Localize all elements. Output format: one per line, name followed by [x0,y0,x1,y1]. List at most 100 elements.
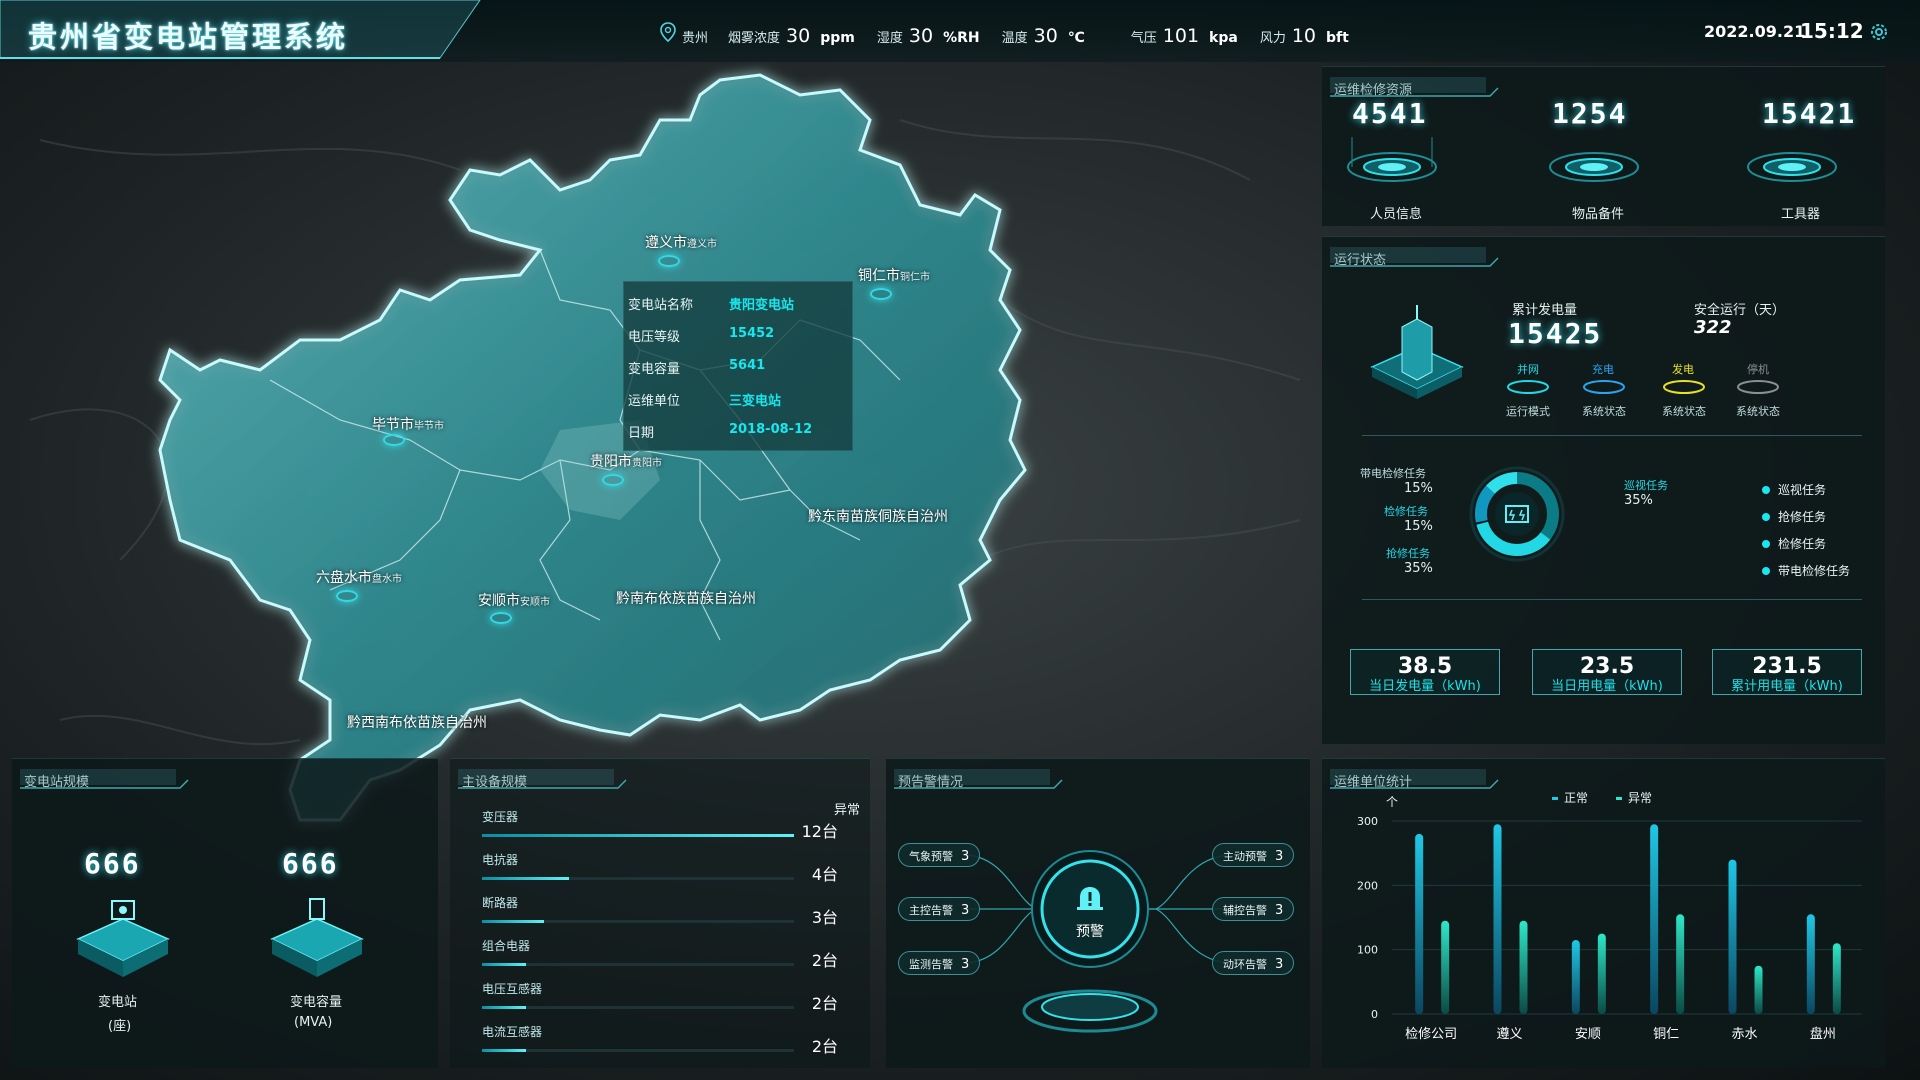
warning-chip[interactable]: 动环告警 3 [1212,951,1295,975]
mode-top-label: 停机 [1747,363,1769,376]
equipment-bar-fill [482,877,570,880]
status-panel: 运行状态 累计发电量 15425 安全运行（天） 322 并网 运行模式 充电 … [1322,236,1885,744]
legend-item: 检修任务 [1762,535,1850,552]
equipment-count: 3台 [811,908,838,927]
equipment-title: 主设备规模 [462,775,528,790]
kpi-total-consumption: 231.5 累计用电量（kWh) [1712,649,1862,695]
tooltip-key: 变电容量 [628,362,681,377]
warning-chip[interactable]: 主控告警 3 [898,897,981,921]
region-qiandongnan[interactable]: 黔东南苗族侗族自治州 [808,506,948,526]
city-pin-tongren[interactable] [870,288,892,300]
resource-label[interactable]: 物品备件 [1572,203,1624,222]
y-tick-label: 0 [1371,1008,1378,1021]
city-tongren-label: 铜仁市 [858,268,900,284]
legend-label: 巡视任务 [1778,483,1827,497]
resource-value: 1254 [1552,97,1628,130]
legend-label: 带电检修任务 [1778,564,1851,578]
equipment-row[interactable]: 电压互感器 2台 [382,980,842,1020]
city-anshun[interactable]: 安顺市安顺市 [478,590,550,610]
legend-item: 巡视任务 [1762,481,1850,498]
pressure-unit: kpa [1209,30,1238,46]
gear-icon[interactable] [1867,20,1891,44]
transformer-icon [270,898,364,977]
tooltip-value: 15452 [729,326,775,341]
equipment-bar-track [482,1049,794,1052]
scale-value: 666 [282,847,339,880]
equipment-row[interactable]: 电抗器 4台 [382,851,842,891]
city-pin-anshun[interactable] [490,612,512,624]
city-anshun-sublabel: 安顺市 [520,597,550,608]
warning-chip-label: 监测告警 [909,958,953,971]
task-left-pct: 15% [1404,519,1433,534]
bar-normal [1806,914,1815,1014]
resource-value: 15421 [1762,97,1857,130]
tooltip-row: 变电容量 5641 [624,352,854,382]
legend-label: 正常 [1564,791,1588,805]
location-label: 贵州 [682,31,709,46]
status-title: 运行状态 [1334,253,1387,268]
mode-top-label: 并网 [1517,363,1539,376]
safe-days-value: 322 [1694,317,1732,338]
x-tick-label: 检修公司 [1405,1027,1457,1042]
equipment-name: 断路器 [482,896,519,910]
wind-value: 10 [1291,25,1317,47]
region-qianxinan[interactable]: 黔西南布依苗族自治州 [347,712,487,732]
legend-swatch [1552,797,1558,800]
scale-unit: (座) [108,1019,132,1034]
equipment-row[interactable]: 组合电器 2台 [382,937,842,977]
city-tongren[interactable]: 铜仁市铜仁市 [858,265,930,285]
equipment-count: 4台 [811,865,838,884]
time-display: 15:12 [1800,19,1864,43]
task-right-pct: 35% [1624,493,1653,508]
city-pin-guiyang[interactable] [602,474,624,486]
resources-panel: 运维检修资源 4541 人员信息 1254 物品备件 15421 工具器 [1322,66,1885,226]
warning-chip[interactable]: 辅控告警 3 [1212,897,1295,921]
city-liupanshui-label: 六盘水市 [316,570,372,586]
legend-dot [1762,540,1770,548]
mode-bottom-label: 系统状态 [1662,405,1706,418]
legend-dot [1762,567,1770,575]
tooltip-row: 日期 2018-08-12 [624,416,854,446]
warning-chip[interactable]: 气象预警 3 [898,843,981,867]
warning-chip[interactable]: 主动预警 3 [1212,843,1295,867]
bar-abnormal [1676,914,1685,1014]
city-zunyi[interactable]: 遵义市遵义市 [645,232,717,252]
legend-label: 抢修任务 [1778,510,1827,524]
equipment-bar-fill [482,963,526,966]
task-right-label: 巡视任务 [1624,479,1668,492]
alarm-icon[interactable] [1074,883,1106,911]
temperature-unit: ℃ [1067,30,1085,46]
equipment-row[interactable]: 断路器 3台 [382,894,842,934]
city-liupanshui[interactable]: 六盘水市盘水市 [316,567,402,587]
ring-icon [1583,380,1625,394]
equipment-row[interactable]: 变压器 12台 [382,808,842,848]
resource-label[interactable]: 人员信息 [1370,203,1422,222]
bar-abnormal [1597,933,1606,1014]
city-liupanshui-sublabel: 盘水市 [372,574,402,585]
equipment-name: 电流互感器 [482,1025,543,1039]
equipment-row[interactable]: 电流互感器 2台 [382,1023,842,1063]
city-pin-bijie[interactable] [383,434,405,446]
pressure-value: 101 [1162,25,1200,47]
city-guiyang-sublabel: 贵阳市 [632,458,662,469]
city-pin-zunyi[interactable] [658,255,680,267]
warning-chip[interactable]: 监测告警 3 [898,951,981,975]
tooltip-row: 电压等级 15452 [624,320,854,350]
mode-bottom-label: 系统状态 [1582,405,1626,418]
bar-normal [1571,940,1580,1014]
legend-label: 检修任务 [1778,537,1827,551]
region-qiannan[interactable]: 黔南布依族苗族自治州 [616,588,756,608]
scale-label: 变电站 [98,995,138,1010]
tooltip-value: 三变电站 [729,394,782,409]
equipment-bar-fill [482,834,794,837]
divider [1362,599,1862,600]
city-pin-liupanshui[interactable] [336,590,358,602]
city-bijie[interactable]: 毕节市毕节市 [372,414,444,434]
total-generation-label: 累计发电量 [1512,303,1578,318]
equipment-count: 12台 [801,822,838,841]
kpi-value: 231.5 [1752,654,1822,679]
task-legend: 巡视任务 抢修任务 检修任务 带电检修任务 [1762,481,1850,579]
resource-label[interactable]: 工具器 [1781,203,1820,222]
city-guiyang[interactable]: 贵阳市贵阳市 [590,451,662,471]
weather-bar: 贵州 烟雾浓度 30 ppm 湿度 30 %RH 温度 30 ℃ 气压 101 … [660,22,1365,50]
